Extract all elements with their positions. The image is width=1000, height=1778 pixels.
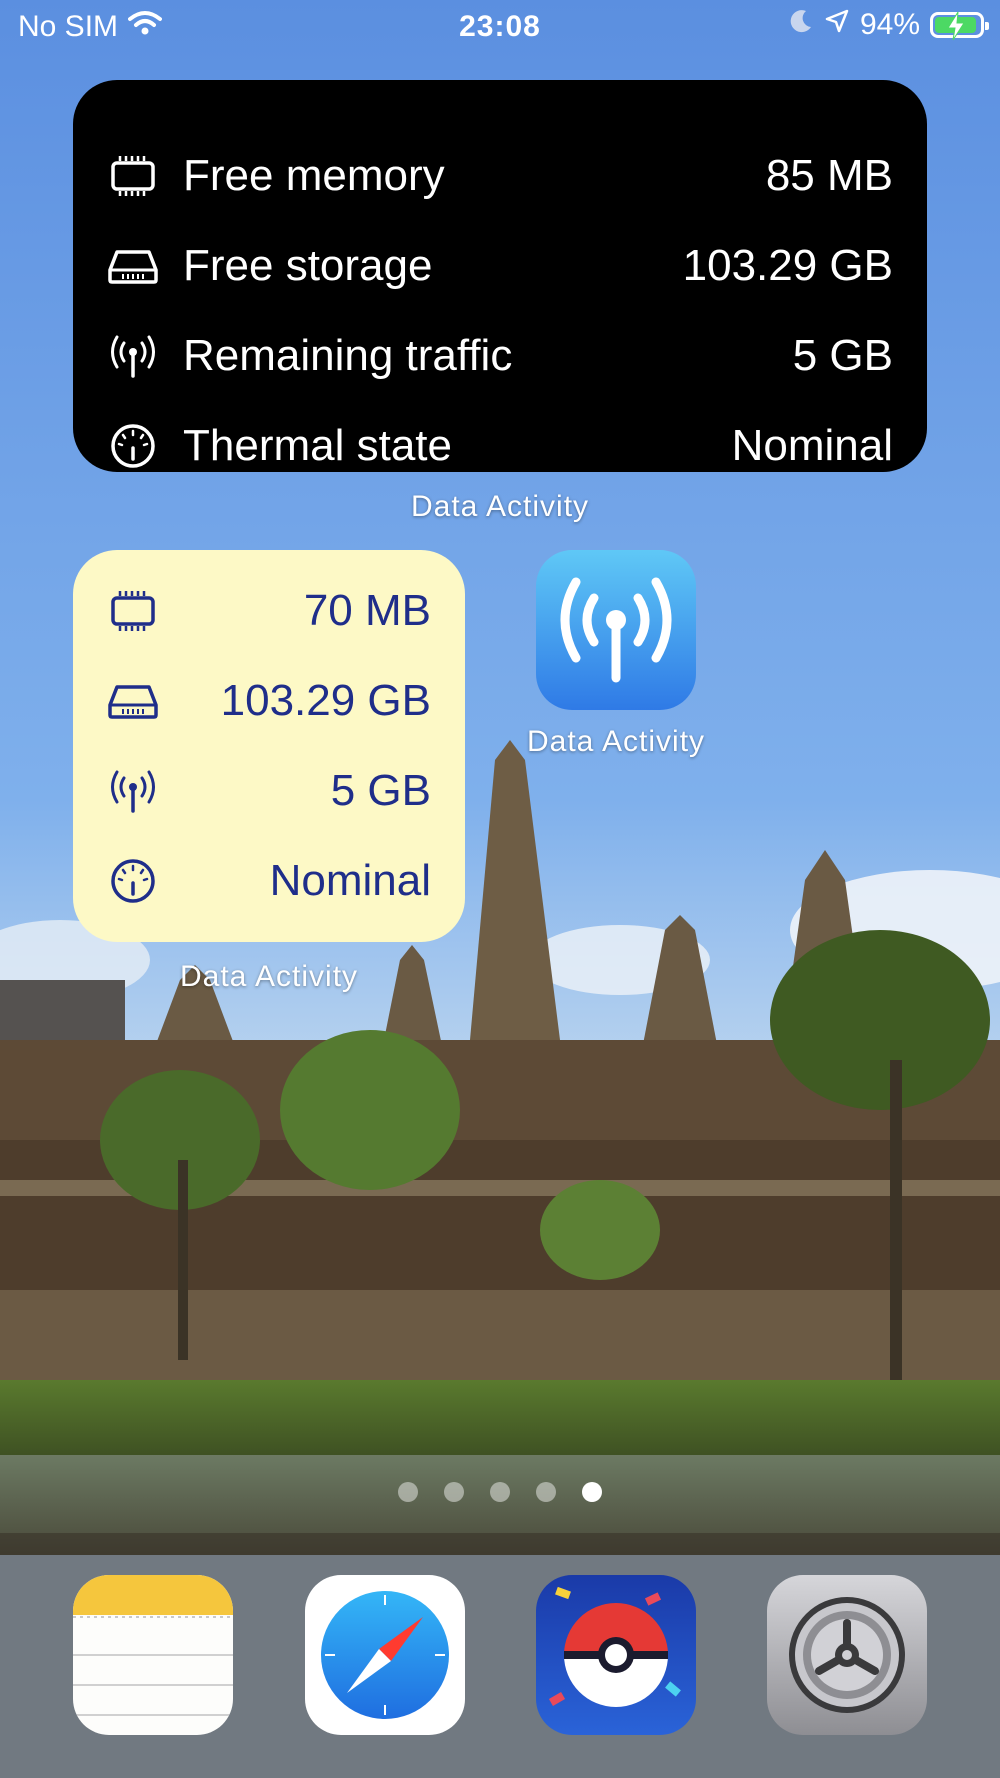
small-memory-row: 70 MB — [107, 566, 431, 656]
free-memory-value: 85 MB — [765, 151, 893, 200]
antenna-signal-icon — [107, 330, 159, 382]
data-activity-large-widget[interactable]: Free memory 85 MB Free storage 103.29 GB… — [73, 80, 927, 472]
thermal-state-row: Thermal state Nominal — [107, 401, 893, 491]
notes-app-icon[interactable] — [73, 1575, 233, 1735]
free-storage-value: 103.29 GB — [682, 241, 893, 290]
safari-app-icon[interactable] — [305, 1575, 465, 1735]
thermometer-gauge-icon — [107, 855, 159, 907]
dock — [0, 1533, 1000, 1778]
antenna-signal-icon — [107, 765, 159, 817]
free-storage-row: Free storage 103.29 GB — [107, 221, 893, 311]
memory-chip-icon — [107, 150, 159, 202]
app-icon-label: Data Activity — [526, 725, 706, 758]
status-right: 94% — [788, 8, 989, 42]
data-activity-small-widget[interactable]: 70 MB 103.29 GB 5 GB Nominal — [73, 550, 465, 942]
free-memory-row: Free memory 85 MB — [107, 131, 893, 221]
page-dot[interactable] — [536, 1482, 556, 1502]
small-storage-value: 103.29 GB — [220, 676, 431, 725]
thermal-state-label: Thermal state — [183, 421, 452, 470]
remaining-traffic-value: 5 GB — [792, 331, 893, 380]
battery-icon — [930, 11, 989, 41]
page-dot[interactable] — [444, 1482, 464, 1502]
large-widget-caption: Data Activity — [410, 490, 590, 523]
charging-bolt-icon — [947, 11, 965, 41]
pokemon-go-app-icon[interactable] — [536, 1575, 696, 1735]
free-storage-label: Free storage — [183, 241, 433, 290]
remaining-traffic-label: Remaining traffic — [183, 331, 513, 380]
page-dot-active[interactable] — [582, 1482, 602, 1502]
small-traffic-row: 5 GB — [107, 746, 431, 836]
small-thermal-value: Nominal — [269, 856, 431, 905]
storage-drive-icon — [107, 675, 159, 727]
memory-chip-icon — [107, 585, 159, 637]
location-arrow-icon — [824, 8, 850, 42]
small-storage-row: 103.29 GB — [107, 656, 431, 746]
remaining-traffic-row: Remaining traffic 5 GB — [107, 311, 893, 401]
data-activity-app-icon[interactable] — [536, 550, 696, 710]
status-bar: No SIM 23:08 94% — [0, 0, 1000, 56]
small-traffic-value: 5 GB — [330, 766, 431, 815]
settings-app-icon[interactable] — [767, 1575, 927, 1735]
page-dot[interactable] — [490, 1482, 510, 1502]
free-memory-label: Free memory — [183, 151, 445, 200]
thermal-state-value: Nominal — [731, 421, 893, 470]
battery-cap — [985, 22, 989, 30]
moon-icon — [788, 8, 814, 42]
battery-percent: 94% — [859, 8, 920, 41]
thermometer-gauge-icon — [107, 420, 159, 472]
small-thermal-row: Nominal — [107, 836, 431, 926]
page-dot[interactable] — [398, 1482, 418, 1502]
page-indicator[interactable] — [0, 1482, 1000, 1502]
antenna-signal-icon — [536, 550, 696, 710]
small-memory-value: 70 MB — [303, 586, 431, 635]
storage-drive-icon — [107, 240, 159, 292]
small-widget-caption: Data Activity — [179, 960, 359, 993]
